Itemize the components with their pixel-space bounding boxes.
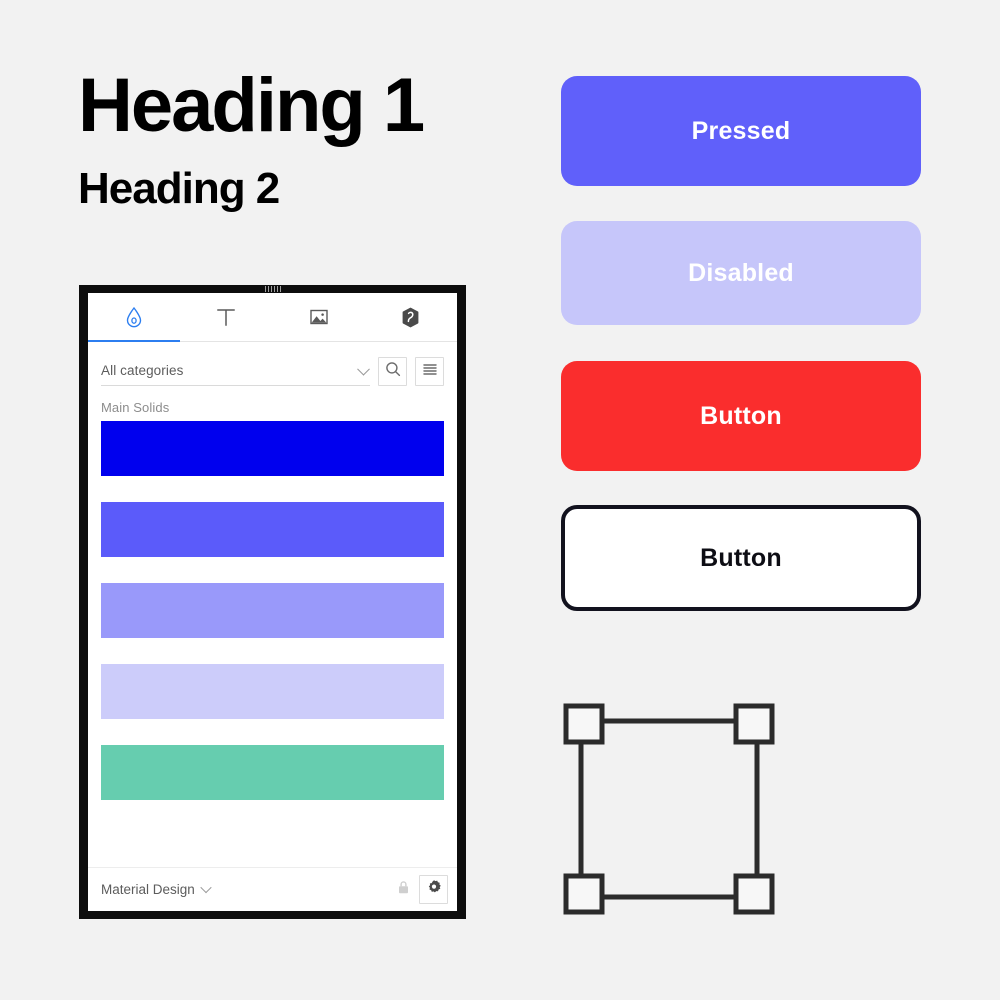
tab-text[interactable] xyxy=(180,293,272,341)
category-select[interactable]: All categories xyxy=(101,356,370,386)
swatch-list xyxy=(88,421,457,867)
panel-footer: Material Design xyxy=(88,867,457,911)
library-select[interactable]: Material Design xyxy=(101,881,212,897)
page-title-heading-1: Heading 1 xyxy=(78,63,425,148)
swatch-blue[interactable] xyxy=(101,421,444,476)
tab-brand[interactable] xyxy=(365,293,457,341)
panel-drag-grip[interactable] xyxy=(264,286,281,292)
chevron-down-icon xyxy=(357,362,370,376)
text-t-icon xyxy=(215,306,237,328)
outline-button[interactable]: Button xyxy=(561,505,921,611)
swatch-pale-lavender[interactable] xyxy=(101,664,444,719)
swatch-mint-green[interactable] xyxy=(101,745,444,800)
swatch-light-periwinkle[interactable] xyxy=(101,583,444,638)
selection-bounding-box[interactable] xyxy=(563,703,775,915)
droplet-icon xyxy=(124,306,144,328)
search-icon xyxy=(385,361,401,382)
tab-indicator xyxy=(180,340,272,342)
page-subtitle-heading-2: Heading 2 xyxy=(78,164,280,213)
red-button[interactable]: Button xyxy=(561,361,921,471)
color-library-panel: All categories Main Solids Material Desi… xyxy=(79,285,466,919)
chevron-down-icon xyxy=(200,881,212,893)
image-icon xyxy=(308,306,330,328)
pressed-button[interactable]: Pressed xyxy=(561,76,921,186)
settings-button[interactable] xyxy=(419,875,448,904)
tab-indicator xyxy=(365,340,457,342)
library-select-value: Material Design xyxy=(101,882,195,897)
section-label-main-solids: Main Solids xyxy=(101,400,170,415)
tab-colors[interactable] xyxy=(88,293,181,342)
hamburger-menu-icon xyxy=(422,361,438,382)
panel-search-row: All categories xyxy=(88,342,457,390)
panel-content: All categories Main Solids Material Desi… xyxy=(88,293,457,911)
disabled-button: Disabled xyxy=(561,221,921,325)
badge-icon xyxy=(400,307,421,328)
tab-indicator xyxy=(273,340,365,342)
search-button[interactable] xyxy=(378,356,407,386)
gear-icon xyxy=(426,879,442,900)
tab-active-indicator xyxy=(88,340,181,342)
panel-tabbar xyxy=(88,293,457,342)
category-select-value: All categories xyxy=(101,363,184,378)
lock-icon xyxy=(396,879,411,901)
swatch-periwinkle[interactable] xyxy=(101,502,444,557)
tab-images[interactable] xyxy=(273,293,365,341)
list-menu-button[interactable] xyxy=(415,356,444,386)
canvas: Heading 1 Heading 2 All categories Main … xyxy=(0,0,1000,1000)
